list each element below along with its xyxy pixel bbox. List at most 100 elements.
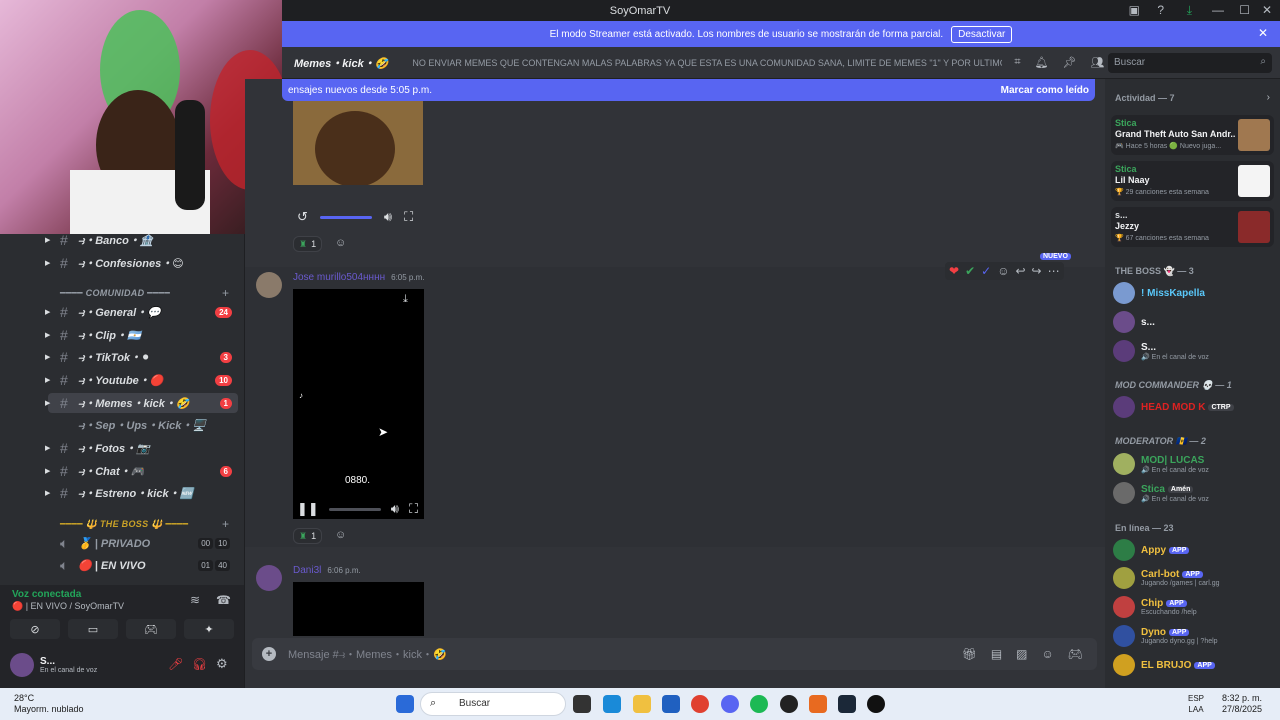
member[interactable]: MOD| LUCAS 🔊 En el canal de voz (1113, 453, 1273, 475)
deafen-icon[interactable]: 🎧︎ (192, 657, 207, 671)
chrome-icon[interactable] (691, 695, 709, 713)
activity-card[interactable]: s... Jezzy 🏆 67 canciones esta semana (1111, 207, 1274, 247)
activity-icon[interactable]: 🎮︎ (1068, 647, 1083, 661)
activity-button[interactable]: 🎮︎ (126, 619, 176, 639)
threads-icon[interactable]: ⌗ (1014, 56, 1020, 69)
volume-slider[interactable] (319, 215, 372, 219)
channel-confesiones[interactable]: ▶ # ⥽・Confesiones・😊 (45, 253, 238, 273)
channel-general[interactable]: ▶ # ⥽・General・💬 24 (45, 302, 238, 322)
add-reaction-icon[interactable]: ☺ (335, 529, 346, 541)
video-thumbnail[interactable] (293, 101, 423, 187)
bell-icon[interactable]: 🔔︎ (1035, 56, 1049, 69)
discord-icon[interactable] (721, 695, 739, 713)
maximize-button[interactable]: ☐ (1239, 3, 1250, 17)
inbox-icon[interactable]: ▣ (1129, 3, 1140, 17)
volume-icon[interactable]: 🔊︎ (391, 501, 399, 517)
channel-tiktok[interactable]: ▶ # ⥽・TikTok・⚫ 3 (45, 347, 238, 367)
add-reaction-icon[interactable]: ☺ (335, 237, 346, 249)
start-icon[interactable] (396, 695, 414, 713)
member[interactable]: s... (1113, 311, 1273, 333)
category-comunidad[interactable]: ━━━━ COMUNIDAD ━━━━ (60, 288, 170, 299)
download-icon[interactable]: ⤓ (403, 293, 408, 306)
mute-icon[interactable]: 🎤︎ (168, 657, 183, 671)
channel-youtube[interactable]: ▶ # ⥽・Youtube・🔴 10 (45, 370, 238, 390)
channel-clip[interactable]: ▶ # ⥽・Clip・🇦🇷 (45, 325, 238, 345)
add-channel-icon[interactable]: + (222, 517, 229, 531)
camera-off-button[interactable]: ⊘ (10, 619, 60, 639)
pause-icon[interactable]: ❚❚ (297, 501, 319, 517)
close-icon[interactable]: ✕ (1258, 26, 1268, 40)
fullscreen-icon[interactable]: ⛶ (404, 209, 413, 225)
add-reaction-icon[interactable]: ☺ (997, 264, 1009, 278)
app-icon[interactable] (809, 695, 827, 713)
noise-suppression-icon[interactable]: ≋ (190, 593, 200, 607)
member[interactable]: Carl-bot APP Jugando /games | carl.gg (1113, 567, 1273, 589)
edge-icon[interactable] (603, 695, 621, 713)
member[interactable]: S... 🔊 En el canal de voz (1113, 340, 1273, 362)
reaction[interactable]: ♜ 1 (293, 528, 323, 544)
download-icon[interactable]: ⤓ (1187, 3, 1192, 18)
sticker-icon[interactable]: ▨ (1016, 647, 1027, 661)
member[interactable]: ! MissKapella (1113, 282, 1273, 304)
steam-icon[interactable] (838, 695, 856, 713)
volume-icon[interactable]: 🔊︎ (384, 209, 392, 225)
channel-estreno-kick[interactable]: ▶ # ⥽・Estreno・kick・🆕 (45, 483, 238, 503)
task-view-icon[interactable] (573, 695, 591, 713)
mark-read-button[interactable]: Marcar como leído (1001, 85, 1089, 96)
gear-icon[interactable]: ⚙ (216, 656, 228, 672)
member[interactable]: Chip APP Escuchando /help (1113, 596, 1273, 618)
more-icon[interactable]: ⋯ (1048, 264, 1060, 278)
search-input[interactable]: Buscar ⌕ (1108, 53, 1272, 73)
heart-icon[interactable]: ❤ (949, 264, 959, 278)
activity-card[interactable]: Stica Grand Theft Auto San Andr... 🎮 Hac… (1111, 115, 1274, 155)
new-messages-bar[interactable]: ensajes nuevos desde 5:05 p.m. Marcar co… (282, 79, 1095, 101)
reaction[interactable]: ♜ 1 (293, 236, 323, 252)
member[interactable]: Stica Amén 🔊 En el canal de voz (1113, 482, 1273, 504)
gift-icon[interactable]: 🎁︎ (962, 647, 977, 661)
channel-sep-ups-kick[interactable]: ⥽・Sep・Ups・Kick・🖥️ (48, 415, 238, 435)
avatar[interactable] (256, 565, 282, 591)
clock[interactable]: 8:32 p. m. 27/8/2025 (1222, 693, 1262, 715)
obs-icon[interactable] (780, 695, 798, 713)
video-player[interactable]: ⤓ ♪ 0880. ❚❚ 🔊︎ ⛶ (293, 289, 424, 519)
add-attachment-icon[interactable]: + (262, 647, 276, 661)
message-input[interactable]: + Mensaje #⥽・Memes・kick・🤣 🎁︎ ▤ ▨ ☺ 🎮︎ (252, 638, 1097, 670)
check-icon[interactable]: ✔ (965, 264, 975, 278)
replay-icon[interactable]: ↺ (297, 209, 308, 225)
weather-widget[interactable]: 28°C Mayorm. nublado (14, 693, 84, 715)
member[interactable]: HEAD MOD K CTRP (1113, 396, 1273, 418)
minimize-button[interactable]: — (1212, 3, 1224, 17)
avatar[interactable] (256, 272, 282, 298)
fullscreen-icon[interactable]: ⛶ (409, 501, 418, 517)
video-player[interactable] (293, 582, 424, 636)
voice-channel-en-vivo[interactable]: 🔈︎ 🔴 | EN VIVO 01 40 (48, 555, 238, 575)
channel-topic[interactable]: NO ENVIAR MEMES QUE CONTENGAN MALAS PALA… (412, 58, 1002, 68)
chevron-right-icon[interactable]: › (1267, 92, 1270, 103)
app-icon[interactable] (867, 695, 885, 713)
pin-icon[interactable]: 📌︎ (1063, 56, 1077, 69)
channel-fotos[interactable]: ▶ # ⥽・Fotos・📷 (45, 438, 238, 458)
reply-icon[interactable]: ↩ (1015, 264, 1025, 278)
deactivate-button[interactable]: Desactivar (951, 25, 1013, 43)
activity-card[interactable]: Stica Lil Naay 🏆 29 canciones esta seman… (1111, 161, 1274, 201)
taskbar-search[interactable]: Buscar (420, 692, 566, 716)
forward-icon[interactable]: ↪ (1032, 264, 1042, 278)
store-icon[interactable] (662, 695, 680, 713)
emoji-icon[interactable]: ☺ (1042, 647, 1054, 661)
soundboard-button[interactable]: ✦ (184, 619, 234, 639)
close-window-button[interactable]: ✕ (1262, 3, 1272, 17)
volume-slider[interactable] (328, 507, 381, 511)
language-indicator[interactable]: ESP LAA (1188, 693, 1204, 715)
spotify-icon[interactable] (750, 695, 768, 713)
voice-channel[interactable]: 🔴 | EN VIVO / SoyOmarTV (12, 601, 124, 612)
member[interactable]: EL BRUJO APP (1113, 654, 1273, 676)
verified-icon[interactable]: ✓ (981, 264, 991, 278)
channel-memes-kick[interactable]: ▶ # ⥽・Memes・kick・🤣 1 (45, 393, 238, 413)
help-icon[interactable]: ? (1157, 3, 1164, 17)
voice-channel-privado[interactable]: 🔈︎ 🥇 | PRIVADO 00 10 (48, 533, 238, 553)
channel-chat[interactable]: ▶ # ⥽・Chat・🎮 6 (45, 461, 238, 481)
user-panel[interactable]: S... En el canal de voz (10, 653, 97, 677)
file-explorer-icon[interactable] (633, 695, 651, 713)
add-channel-icon[interactable]: + (222, 286, 229, 300)
member[interactable]: Appy APP (1113, 539, 1273, 561)
